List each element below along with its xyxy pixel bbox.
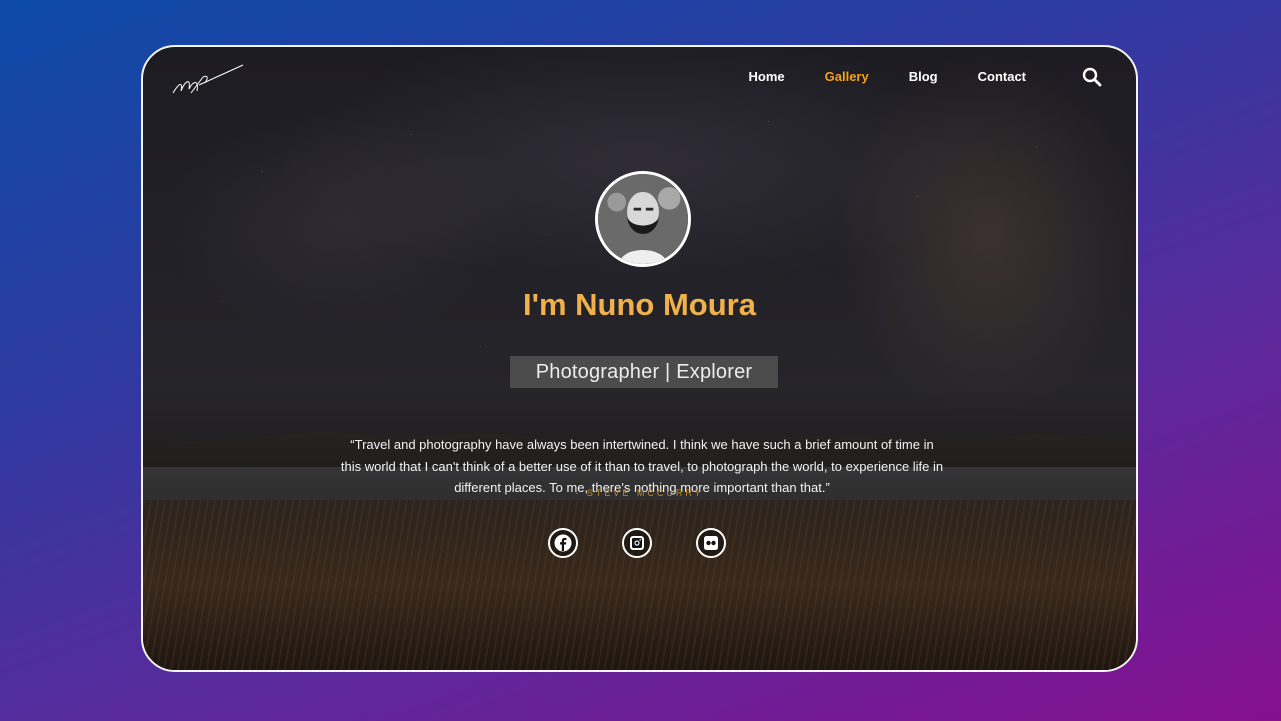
instagram-link[interactable]: [622, 528, 652, 558]
quote-author: - STEVE MCCURRY: [575, 488, 704, 498]
nav-gallery[interactable]: Gallery: [825, 69, 869, 84]
instagram-icon: [630, 536, 644, 550]
main-nav: Home Gallery Blog Contact: [749, 69, 1027, 84]
profile-photo: [598, 174, 688, 264]
nav-home[interactable]: Home: [749, 69, 785, 84]
facebook-link[interactable]: [548, 528, 578, 558]
avatar: [595, 171, 691, 267]
grass-foreground: [143, 500, 1136, 670]
page-title: I'm Nuno Moura: [523, 287, 756, 322]
search-icon[interactable]: [1082, 67, 1102, 87]
subtitle-box: Photographer | Explorer: [510, 356, 778, 388]
nav-blog[interactable]: Blog: [909, 69, 938, 84]
flickr-icon: [704, 536, 718, 550]
facebook-icon: [554, 534, 572, 552]
signature-logo[interactable]: [169, 63, 247, 99]
social-links: [548, 528, 726, 558]
flickr-link[interactable]: [696, 528, 726, 558]
nav-contact[interactable]: Contact: [978, 69, 1026, 84]
hero-frame: Home Gallery Blog Contact I'm Nuno Moura…: [141, 45, 1138, 672]
subtitle: Photographer | Explorer: [535, 360, 753, 383]
